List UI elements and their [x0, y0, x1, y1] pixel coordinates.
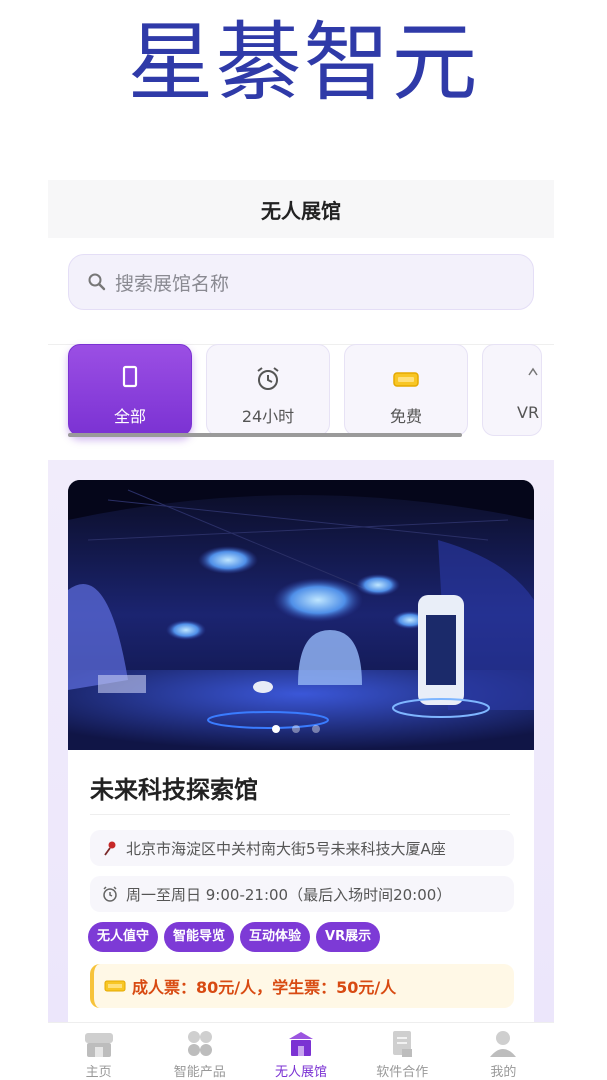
document-icon	[393, 1031, 413, 1057]
venue-price-text: 成人票：80元/人，学生票：50元/人	[132, 978, 397, 997]
venue-card[interactable]: 未来科技探索馆 北京市海淀区中关村南大街5号未来科技大厦A座 周一至周日 9:0…	[68, 480, 534, 1040]
carousel-indicator[interactable]	[268, 724, 328, 734]
search-icon	[88, 273, 106, 291]
venue-list: 未来科技探索馆 北京市海淀区中关村南大街5号未来科技大厦A座 周一至周日 9:0…	[48, 460, 554, 1040]
venue-hero-image	[68, 480, 534, 750]
page-title: 无人展馆	[48, 180, 554, 238]
grid-icon	[187, 1031, 212, 1056]
tab-label: 主页	[85, 1065, 112, 1080]
app-screen: 无人展馆 搜索展馆名称 全部 24小时 免费 VR 未来科技探索馆 北京市海淀区…	[48, 180, 554, 1080]
search-placeholder: 搜索展馆名称	[115, 272, 230, 295]
category-free[interactable]: 免费	[344, 344, 468, 436]
tab-label: 我的	[490, 1065, 517, 1080]
category-label: 全部	[113, 407, 146, 426]
venue-address-text: 北京市海淀区中关村南大街5号未来科技大厦A座	[126, 839, 446, 858]
category-scrollbar[interactable]	[68, 433, 462, 437]
ticket-icon	[104, 980, 126, 992]
divider	[90, 814, 510, 815]
venue-hours-text: 周一至周日 9:00-21:00（最后入场时间20:00）	[126, 885, 452, 904]
tag-vr: VR展示	[316, 922, 381, 952]
venue-name: 未来科技探索馆	[90, 776, 258, 804]
tab-exhibition[interactable]: 无人展馆	[250, 1023, 351, 1080]
tag-smart-guide: 智能导览	[164, 922, 235, 952]
tab-mine[interactable]: 我的	[453, 1023, 554, 1080]
tab-smart-products[interactable]: 智能产品	[149, 1023, 250, 1080]
category-label: VR	[517, 403, 540, 422]
tab-label: 智能产品	[173, 1065, 226, 1080]
tag-interactive: 互动体验	[240, 922, 311, 952]
tab-software-partner[interactable]: 软件合作	[352, 1023, 453, 1080]
search-input[interactable]: 搜索展馆名称	[68, 254, 534, 310]
venue-price: 成人票：80元/人，学生票：50元/人	[90, 964, 514, 1008]
tab-label: 软件合作	[376, 1065, 429, 1080]
tab-home[interactable]: 主页	[48, 1023, 149, 1080]
category-label: 24小时	[241, 407, 295, 426]
vr-icon	[528, 367, 538, 376]
home-icon	[84, 1033, 113, 1057]
ticket-icon	[393, 372, 419, 387]
category-all[interactable]: 全部	[68, 344, 192, 436]
phone-icon	[122, 365, 138, 388]
building-icon	[289, 1032, 313, 1056]
tab-label: 无人展馆	[275, 1065, 328, 1080]
category-24h[interactable]: 24小时	[206, 344, 330, 436]
alarm-clock-icon	[103, 886, 117, 902]
category-label: 免费	[389, 407, 422, 426]
bottom-tab-bar: 主页 智能产品 无人展馆 软件合作 我的	[48, 1022, 554, 1080]
tag-unmanned: 无人值守	[88, 922, 159, 952]
venue-address: 北京市海淀区中关村南大街5号未来科技大厦A座	[90, 830, 514, 866]
venue-tags: 无人值守 智能导览 互动体验 VR展示	[88, 922, 381, 952]
venue-hours: 周一至周日 9:00-21:00（最后入场时间20:00）	[90, 876, 514, 912]
brand-title: 星綦智元	[127, 13, 480, 113]
map-pin-icon	[104, 841, 116, 856]
category-vr[interactable]: VR	[482, 344, 542, 436]
user-icon	[490, 1031, 517, 1057]
alarm-clock-icon	[257, 367, 279, 390]
